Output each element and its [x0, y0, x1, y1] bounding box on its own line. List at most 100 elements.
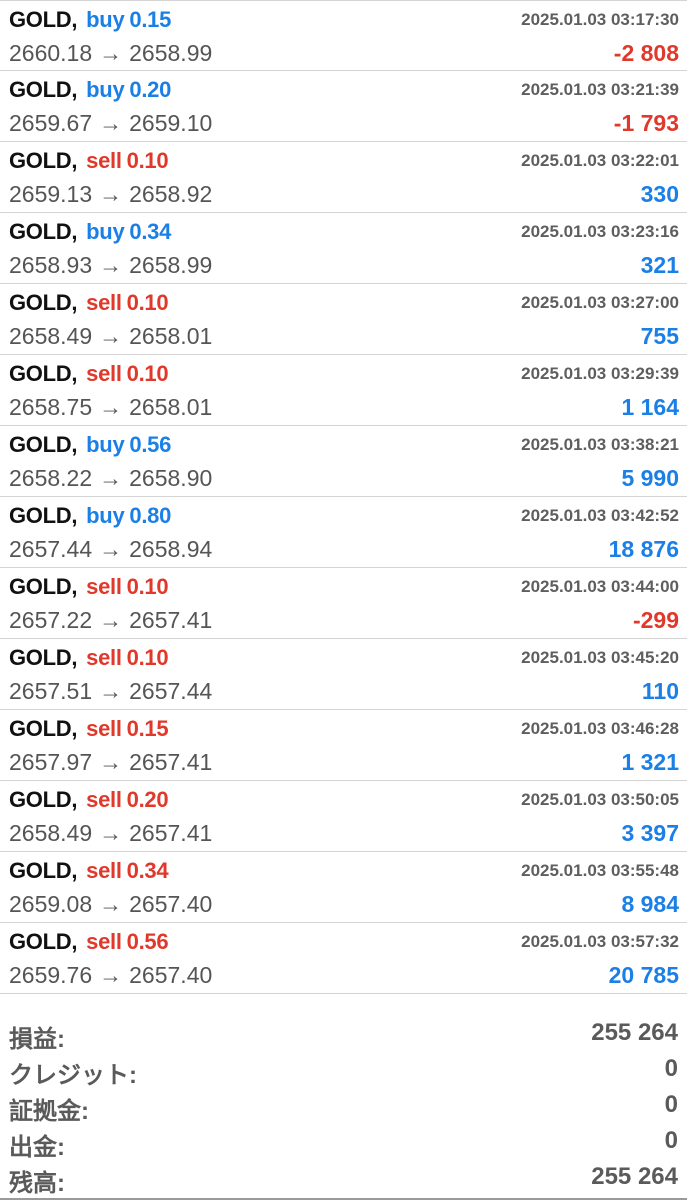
deals-list[interactable]: GOLD, buy 0.15 2025.01.03 03:17:30 2660.18 → 2…: [0, 0, 687, 994]
right-arrow-icon: →: [99, 891, 123, 917]
right-arrow-icon: →: [99, 252, 123, 278]
open-price: 2658.22: [9, 465, 93, 491]
summary-row-credit: クレジット: 0: [0, 1051, 687, 1089]
close-price: 2657.44: [129, 678, 213, 704]
deal-header: GOLD, buy 0.80: [9, 503, 171, 529]
history-screen: GOLD, buy 0.15 2025.01.03 03:17:30 2660.18 → 2…: [0, 0, 687, 1200]
deal-side: sell: [86, 929, 122, 954]
deal-volume: 0.56: [129, 432, 172, 457]
deal-volume: 0.15: [129, 7, 172, 32]
deal-prices: 2659.67 → 2659.10: [9, 110, 212, 137]
summary-value: 0: [664, 1055, 678, 1082]
deal-side: sell: [86, 148, 122, 173]
deal-row[interactable]: GOLD, sell 0.10 2025.01.03 03:29:39 2658.75 →…: [0, 355, 687, 426]
deal-time: 2025.01.03 03:44:00: [521, 577, 679, 596]
deal-side: buy: [86, 219, 125, 244]
deal-row[interactable]: GOLD, sell 0.10 2025.01.03 03:22:01 2659.13 →…: [0, 142, 687, 213]
deal-header: GOLD, buy 0.20: [9, 77, 171, 103]
deal-symbol: GOLD: [9, 361, 72, 386]
open-price: 2657.22: [9, 607, 93, 633]
deal-side: sell: [86, 787, 122, 812]
summary-value: 0: [664, 1091, 678, 1118]
close-price: 2657.40: [129, 891, 213, 917]
deal-prices: 2658.22 → 2658.90: [9, 465, 212, 492]
close-price: 2658.01: [129, 394, 213, 420]
close-price: 2657.40: [129, 962, 213, 988]
deal-symbol: GOLD: [9, 77, 72, 102]
summary-value: 255 264: [591, 1163, 678, 1190]
right-arrow-icon: →: [99, 110, 123, 136]
close-price: 2658.90: [129, 465, 213, 491]
deal-symbol: GOLD: [9, 290, 72, 315]
close-price: 2657.41: [129, 820, 213, 846]
deal-prices: 2658.93 → 2658.99: [9, 252, 212, 279]
deal-row[interactable]: GOLD, buy 0.34 2025.01.03 03:23:16 2658.93 → 2…: [0, 213, 687, 284]
deal-separator: ,: [71, 929, 78, 954]
deal-header: GOLD, sell 0.10: [9, 290, 169, 316]
deal-time: 2025.01.03 03:57:32: [521, 932, 679, 951]
summary-label: 損益:: [9, 1026, 65, 1053]
deal-time: 2025.01.03 03:29:39: [521, 364, 679, 383]
summary-label: クレジット:: [9, 1062, 137, 1089]
deal-symbol: GOLD: [9, 716, 72, 741]
deal-profit: 321: [640, 252, 679, 278]
deal-row[interactable]: GOLD, sell 0.34 2025.01.03 03:55:48 2659.08 →…: [0, 852, 687, 923]
deal-separator: ,: [71, 290, 78, 315]
deal-symbol: GOLD: [9, 219, 72, 244]
right-arrow-icon: →: [99, 394, 123, 420]
deal-time: 2025.01.03 03:23:16: [521, 222, 679, 241]
deal-prices: 2657.51 → 2657.44: [9, 678, 212, 705]
deal-row[interactable]: GOLD, buy 0.15 2025.01.03 03:17:30 2660.18 → 2…: [0, 0, 687, 71]
deal-side: buy: [86, 7, 125, 32]
open-price: 2657.97: [9, 749, 93, 775]
deal-row[interactable]: GOLD, sell 0.10 2025.01.03 03:44:00 2657.22 →…: [0, 568, 687, 639]
deal-profit: 755: [640, 323, 679, 349]
deal-row[interactable]: GOLD, sell 0.10 2025.01.03 03:27:00 2658.49 →…: [0, 284, 687, 355]
close-price: 2658.99: [129, 252, 213, 278]
close-price: 2658.94: [129, 536, 213, 562]
deal-time: 2025.01.03 03:50:05: [521, 790, 679, 809]
right-arrow-icon: →: [99, 40, 123, 66]
deal-prices: 2658.49 → 2658.01: [9, 323, 212, 350]
deal-separator: ,: [71, 219, 78, 244]
deal-row[interactable]: GOLD, buy 0.20 2025.01.03 03:21:39 2659.67 → 2…: [0, 71, 687, 142]
right-arrow-icon: →: [99, 536, 123, 562]
deal-symbol: GOLD: [9, 148, 72, 173]
deal-volume: 0.20: [129, 77, 172, 102]
deal-symbol: GOLD: [9, 432, 72, 457]
deal-separator: ,: [71, 574, 78, 599]
deal-row[interactable]: GOLD, sell 0.56 2025.01.03 03:57:32 2659.76 →…: [0, 923, 687, 994]
deal-volume: 0.10: [126, 361, 169, 386]
deal-row[interactable]: GOLD, sell 0.10 2025.01.03 03:45:20 2657.51 →…: [0, 639, 687, 710]
deal-volume: 0.34: [126, 858, 169, 883]
deal-side: sell: [86, 716, 122, 741]
deal-header: GOLD, sell 0.20: [9, 787, 169, 813]
deal-time: 2025.01.03 03:46:28: [521, 719, 679, 738]
deal-side: buy: [86, 503, 125, 528]
deal-time: 2025.01.03 03:42:52: [521, 506, 679, 525]
deal-row[interactable]: GOLD, buy 0.56 2025.01.03 03:38:21 2658.22 → 2…: [0, 426, 687, 497]
deal-separator: ,: [71, 432, 78, 457]
deal-time: 2025.01.03 03:55:48: [521, 861, 679, 880]
summary-row-withdrawal: 出金: 0: [0, 1123, 687, 1161]
deal-row[interactable]: GOLD, sell 0.15 2025.01.03 03:46:28 2657.97 →…: [0, 710, 687, 781]
deal-time: 2025.01.03 03:22:01: [521, 151, 679, 170]
deal-separator: ,: [71, 716, 78, 741]
deal-row[interactable]: GOLD, buy 0.80 2025.01.03 03:42:52 2657.44 → 2…: [0, 497, 687, 568]
deal-side: sell: [86, 858, 122, 883]
deal-profit: 3 397: [621, 820, 679, 846]
deal-profit: 330: [640, 181, 679, 207]
summary-row-deposit: 証拠金: 0: [0, 1087, 687, 1125]
deal-symbol: GOLD: [9, 858, 72, 883]
deal-side: buy: [86, 432, 125, 457]
deal-row[interactable]: GOLD, sell 0.20 2025.01.03 03:50:05 2658.49 →…: [0, 781, 687, 852]
right-arrow-icon: →: [99, 607, 123, 633]
deal-prices: 2657.44 → 2658.94: [9, 536, 212, 563]
deal-header: GOLD, buy 0.56: [9, 432, 171, 458]
deal-side: sell: [86, 574, 122, 599]
deal-side: buy: [86, 77, 125, 102]
deal-separator: ,: [71, 787, 78, 812]
open-price: 2657.51: [9, 678, 93, 704]
deal-time: 2025.01.03 03:38:21: [521, 435, 679, 454]
close-price: 2658.92: [129, 181, 213, 207]
